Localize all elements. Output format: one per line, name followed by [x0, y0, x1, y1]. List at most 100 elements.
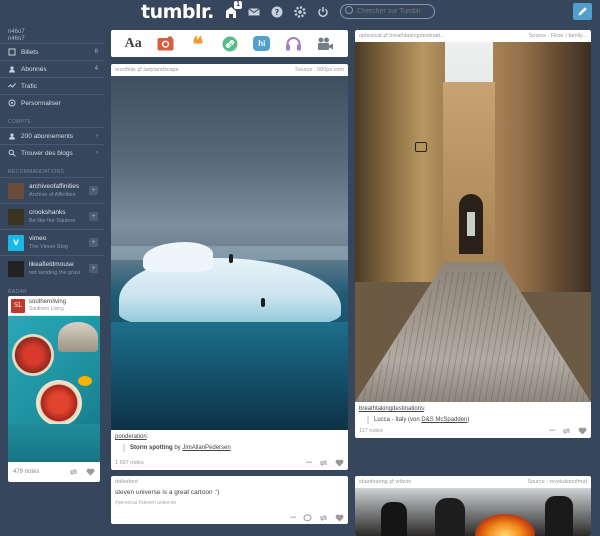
post-footer: 1 697 notes •••: [111, 456, 348, 470]
radar-blog-title: Southern Living: [29, 305, 64, 312]
quote-author-link[interactable]: JimAllanPedersen: [182, 445, 230, 451]
sidebar-item-label: Personnaliser: [21, 99, 61, 107]
like-heart-icon[interactable]: [578, 427, 587, 435]
blog-avatar[interactable]: [8, 208, 24, 225]
like-heart-icon[interactable]: [335, 514, 344, 522]
quote-by: by: [174, 445, 181, 451]
recommended-blog-row[interactable]: crookshanks Be like the Squirrel +: [0, 203, 104, 229]
quote-title: Storm spotting: [130, 445, 173, 451]
reblogged-from[interactable]: ladylandscape: [143, 67, 178, 73]
sidebar-item-following[interactable]: 200 abonnements ›: [0, 127, 104, 144]
blog-title: The Vimeo Blog: [29, 243, 69, 250]
reblog-icon[interactable]: [319, 459, 328, 467]
reply-bubble-icon[interactable]: [303, 514, 312, 522]
reblog-icon[interactable]: [562, 427, 571, 435]
post-author[interactable]: oroofelis: [115, 67, 136, 73]
radar-post-image[interactable]: [8, 316, 100, 462]
search-input[interactable]: [340, 4, 435, 19]
post-notes-count[interactable]: 117 notes: [359, 428, 383, 434]
tumblr-logo[interactable]: tumblr.: [141, 1, 214, 23]
more-options-icon[interactable]: •••: [290, 515, 296, 521]
power-logout-icon[interactable]: [316, 5, 330, 19]
blog-avatar[interactable]: [8, 182, 24, 199]
radar-notes-count[interactable]: 479 notes: [13, 469, 39, 475]
account-header[interactable]: n46o7 n46o7: [0, 26, 104, 43]
nav-icons: 1 ?: [224, 1, 330, 19]
notification-badge: 1: [234, 1, 242, 9]
blog-title: not sending the gravi: [29, 269, 81, 276]
post-caption: breathtakingdestinations:: [359, 406, 426, 412]
mail-icon[interactable]: [247, 5, 261, 19]
post-source[interactable]: Source : Flickr / family...: [529, 33, 587, 39]
vimeo-logo-icon[interactable]: v: [8, 234, 24, 251]
follow-blog-button[interactable]: +: [89, 264, 98, 273]
sidebar-item-count: 4: [94, 66, 98, 72]
post-tags[interactable]: #personal #steven universe: [111, 497, 348, 509]
sidebar-item-customize[interactable]: Personnaliser: [0, 94, 104, 111]
audio-post-icon[interactable]: [285, 35, 303, 53]
reblogged-from[interactable]: vribvie: [395, 479, 411, 485]
post-author[interactable]: dolbebert: [115, 479, 138, 485]
reblog-icon[interactable]: [69, 468, 78, 476]
caption-blog-link[interactable]: breathtakingdestinations: [359, 406, 424, 412]
quote-author-link[interactable]: D&S McSpadden: [421, 417, 467, 423]
reblogged-from[interactable]: breathtakingdestinati...: [389, 33, 444, 39]
quote-post-icon[interactable]: ❝: [189, 34, 207, 54]
radar-post-header: SL southernliving Southern Living: [8, 296, 100, 316]
follow-blog-button[interactable]: +: [89, 212, 98, 221]
quote-text: Lucca - Italy (von: [374, 417, 420, 423]
post-author[interactable]: shantiraring: [359, 479, 388, 485]
blog-name[interactable]: vimeo: [29, 235, 68, 243]
post-text-body: steven universe is a great cartoon :'): [115, 489, 220, 496]
followers-icon: [9, 66, 15, 73]
recommended-blog-row[interactable]: archiveofaffinities Archive of Affinitie…: [0, 177, 104, 203]
sidebar-item-label: Billets: [21, 48, 39, 56]
compose-post-button[interactable]: [573, 3, 592, 20]
post-footer: •••: [111, 512, 348, 524]
help-icon[interactable]: ?: [270, 5, 284, 19]
sidebar-item-label: Trafic: [21, 82, 38, 90]
chat-post-icon[interactable]: hi: [253, 36, 271, 51]
text-post-icon[interactable]: Aa: [124, 35, 142, 53]
post-photo-iceberg[interactable]: [111, 76, 348, 430]
post-source[interactable]: Source : 500px.com: [295, 67, 344, 73]
more-options-icon[interactable]: •••: [306, 460, 312, 466]
post-photo-protest[interactable]: [355, 488, 591, 536]
blog-avatar[interactable]: [8, 260, 24, 277]
link-post-icon[interactable]: [221, 35, 239, 53]
radar-blog-name[interactable]: southernliving: [29, 299, 66, 306]
section-heading-radar: RADAR: [8, 289, 28, 295]
post-photo-lucca-street[interactable]: [355, 42, 591, 402]
blog-name[interactable]: likeafieldmouse: [29, 261, 80, 269]
video-post-icon[interactable]: [317, 35, 335, 53]
caption-blog-link[interactable]: ponderation: [115, 434, 147, 440]
post-notes-count[interactable]: 1 697 notes: [115, 460, 144, 466]
more-options-icon[interactable]: •••: [549, 428, 555, 434]
sidebar-item-find-blogs[interactable]: Trouver des blogs ›: [0, 144, 104, 161]
dashboard-home-icon[interactable]: 1: [224, 1, 242, 19]
follow-blog-button[interactable]: +: [89, 186, 98, 195]
new-post-type-bar: Aa ❝ hi: [111, 30, 348, 57]
settings-gear-icon[interactable]: [293, 5, 307, 19]
recommended-blog-row[interactable]: v vimeo The Vimeo Blog +: [0, 229, 104, 255]
recommended-blog-row[interactable]: likeafieldmouse not sending the gravi +: [0, 255, 104, 281]
sidebar-item-count: 8: [94, 49, 98, 55]
post-author[interactable]: opticsical: [359, 33, 382, 39]
blog-name[interactable]: crookshanks: [29, 209, 75, 217]
account-subtitle: n46o7: [8, 36, 25, 42]
section-heading-recommended: RECOMMANDATIONS: [8, 169, 65, 175]
southern-living-avatar[interactable]: SL: [11, 298, 25, 313]
photo-post-icon[interactable]: [156, 35, 174, 53]
reblog-icon[interactable]: [319, 514, 328, 522]
customize-icon: [8, 99, 16, 107]
post-source[interactable]: Source : revolutionofmat: [527, 479, 587, 485]
blog-name[interactable]: archiveofaffinities: [29, 183, 79, 191]
radar-post-footer: 479 notes: [8, 462, 100, 482]
like-heart-icon[interactable]: [86, 468, 95, 476]
sidebar-item-activity[interactable]: Trafic: [0, 77, 104, 94]
sidebar-item-followers[interactable]: Abonnés 4: [0, 60, 104, 77]
follow-blog-button[interactable]: +: [89, 238, 98, 247]
posts-icon: [8, 48, 16, 56]
like-heart-icon[interactable]: [335, 459, 344, 467]
sidebar-item-posts[interactable]: Billets 8: [0, 43, 104, 60]
